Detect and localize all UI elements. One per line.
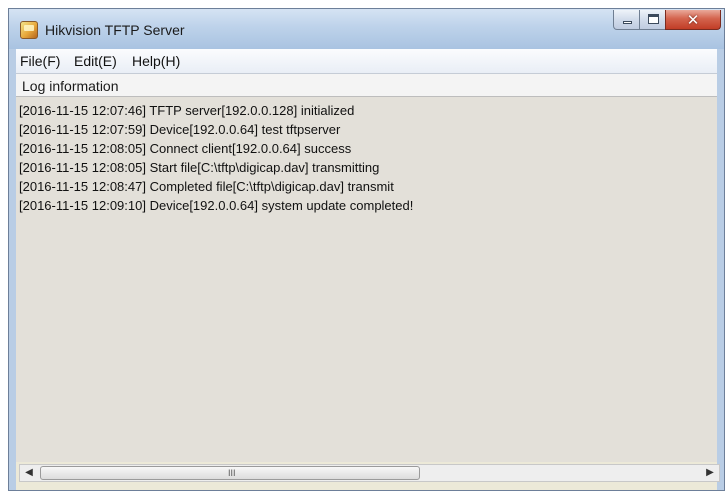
menu-file[interactable]: File(F): [20, 53, 60, 69]
minimize-icon: [623, 21, 632, 24]
close-icon: ✕: [686, 11, 700, 29]
maximize-icon: [648, 14, 659, 24]
menu-edit[interactable]: Edit(E): [74, 53, 117, 69]
log-header[interactable]: Log information: [16, 74, 717, 97]
log-line: [2016-11-15 12:08:05] Connect client[192…: [19, 141, 352, 156]
close-button[interactable]: ✕: [665, 10, 721, 30]
log-list[interactable]: [2016-11-15 12:07:46] TFTP server[192.0.…: [16, 97, 717, 462]
maximize-button[interactable]: [639, 10, 666, 30]
scroll-right-icon[interactable]: ▶: [703, 465, 717, 481]
log-header-label: Log information: [22, 78, 119, 94]
log-line: [2016-11-15 12:07:59] Device[192.0.0.64]…: [19, 122, 341, 137]
window-title: Hikvision TFTP Server: [45, 22, 185, 38]
scroll-left-icon[interactable]: ◀: [22, 465, 36, 481]
title-bar[interactable]: Hikvision TFTP Server ✕: [9, 9, 724, 49]
main-content: Log information [2016-11-15 12:07:46] TF…: [16, 74, 720, 490]
app-window: Hikvision TFTP Server ✕ File(F) Edit(E) …: [8, 8, 725, 491]
grip-icon: III: [228, 468, 236, 478]
scrollbar-thumb[interactable]: III: [40, 466, 420, 480]
horizontal-scrollbar[interactable]: ◀ III ▶: [19, 464, 720, 482]
log-line: [2016-11-15 12:07:46] TFTP server[192.0.…: [19, 103, 355, 118]
app-icon: [20, 21, 38, 39]
minimize-button[interactable]: [613, 10, 640, 30]
log-line: [2016-11-15 12:09:10] Device[192.0.0.64]…: [19, 198, 414, 213]
menu-help[interactable]: Help(H): [132, 53, 180, 69]
log-line: [2016-11-15 12:08:47] Completed file[C:\…: [19, 179, 394, 194]
log-line: [2016-11-15 12:08:05] Start file[C:\tftp…: [19, 160, 380, 175]
menu-bar: File(F) Edit(E) Help(H): [16, 49, 717, 74]
